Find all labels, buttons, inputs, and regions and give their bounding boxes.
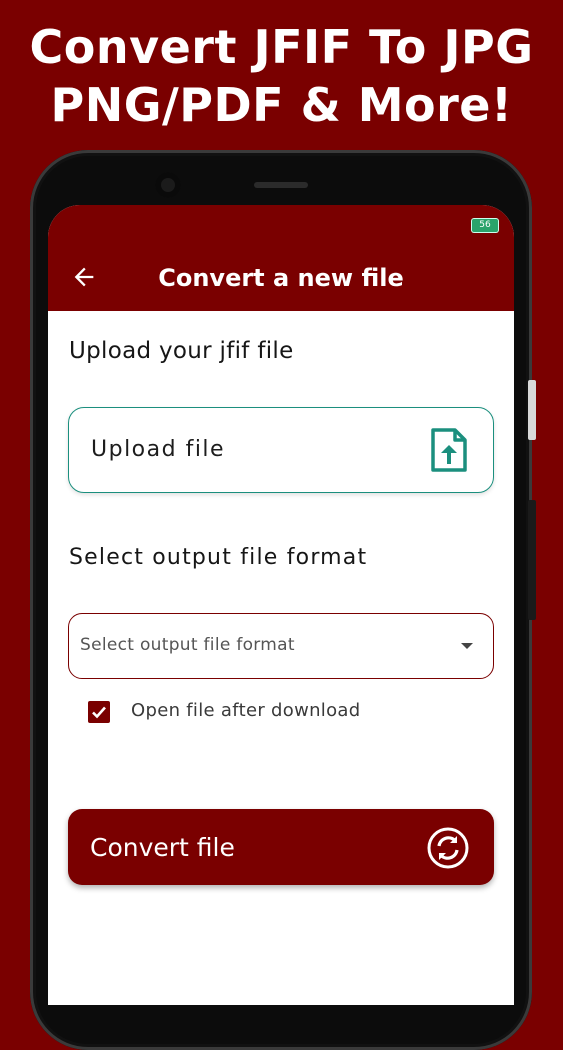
- upload-file-button[interactable]: Upload file: [68, 407, 494, 493]
- promo-banner: Convert JFIF To JPG PNG/PDF & More!: [0, 18, 563, 134]
- output-format-placeholder: Select output file format: [80, 635, 295, 655]
- promo-line-1: Convert JFIF To JPG: [29, 20, 534, 74]
- format-heading: Select output file format: [69, 545, 368, 570]
- file-upload-icon: [431, 428, 467, 472]
- app-bar: 56 Convert a new file: [48, 205, 514, 311]
- promo-line-2: PNG/PDF & More!: [50, 78, 513, 132]
- page-title: Convert a new file: [158, 264, 404, 292]
- sync-icon: [427, 827, 469, 869]
- convert-file-label: Convert file: [90, 833, 235, 862]
- app-screen: 56 Convert a new file Upload your jfif f…: [48, 205, 514, 1005]
- open-after-download-label: Open file after download: [131, 700, 361, 721]
- front-camera: [155, 172, 181, 198]
- output-format-select[interactable]: Select output file format: [68, 613, 494, 679]
- open-after-download-checkbox[interactable]: [88, 701, 110, 723]
- battery-indicator: 56: [472, 219, 498, 232]
- checkmark-icon: [92, 706, 106, 719]
- phone-side-button: [528, 380, 536, 440]
- phone-power-button: [528, 500, 536, 620]
- convert-file-button[interactable]: Convert file: [68, 809, 494, 885]
- upload-heading: Upload your jfif file: [69, 338, 294, 364]
- earpiece-speaker: [254, 182, 308, 188]
- upload-file-label: Upload file: [91, 437, 226, 462]
- caret-down-icon: [461, 643, 473, 649]
